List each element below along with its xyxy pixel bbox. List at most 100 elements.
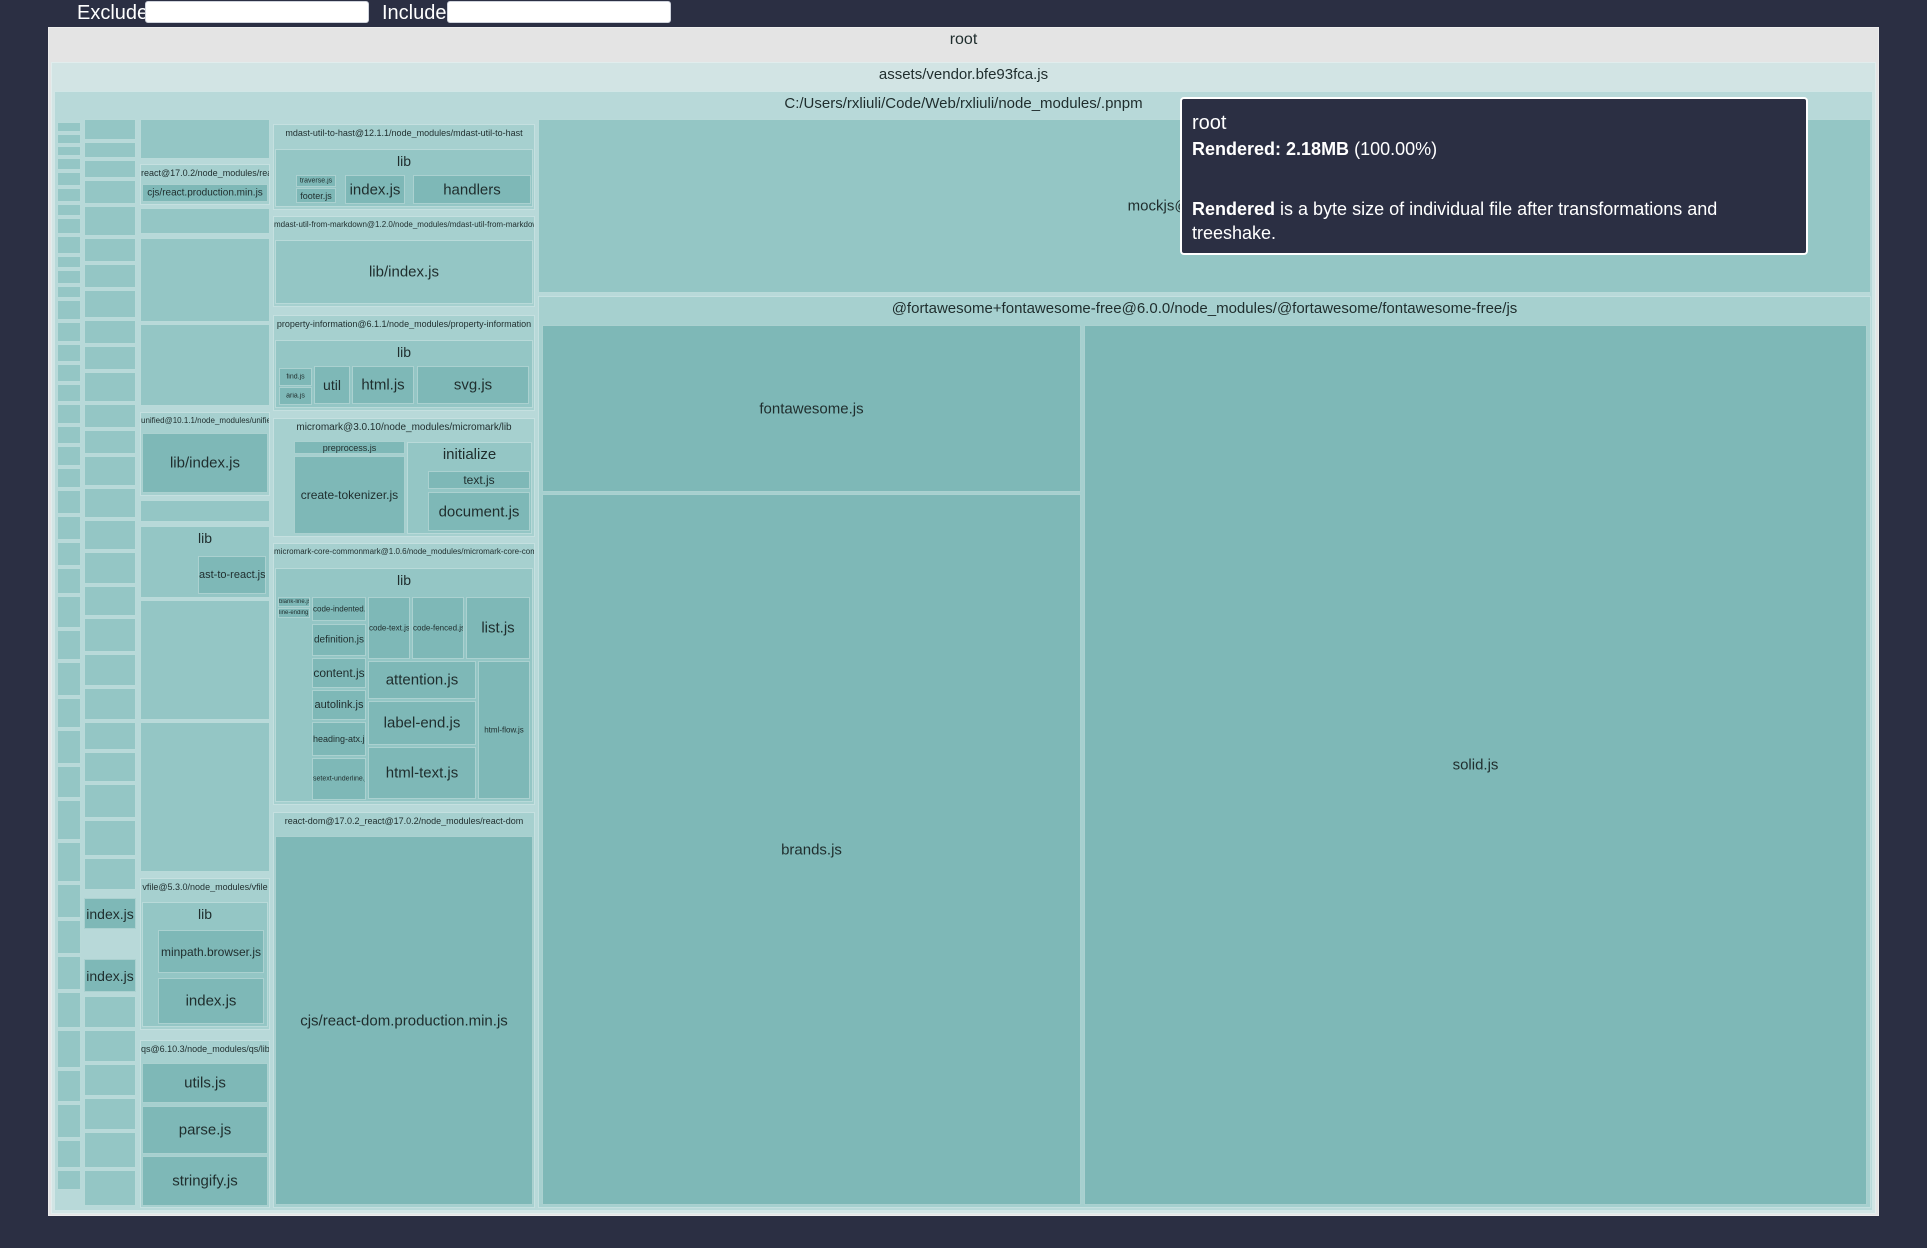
node-micromark-create-tokenizer[interactable]: create-tokenizer.js — [294, 456, 405, 534]
tiny-module-cell[interactable] — [84, 1132, 136, 1168]
tiny-module-cell[interactable] — [57, 256, 81, 268]
node-react-file[interactable]: cjs/react.production.min.js — [142, 184, 268, 202]
tiny-module-cell[interactable] — [140, 208, 270, 234]
tiny-module-cell[interactable] — [57, 698, 81, 728]
tiny-module-cell[interactable] — [57, 630, 81, 660]
tiny-module-cell[interactable] — [140, 722, 270, 872]
node-mdast-index-js[interactable]: index.js — [345, 175, 405, 204]
tiny-module-cell[interactable] — [84, 722, 136, 750]
tiny-module-cell[interactable] — [57, 568, 81, 594]
include-input[interactable] — [447, 1, 671, 23]
tiny-module-cell[interactable] — [57, 158, 81, 170]
tiny-module-cell[interactable] — [84, 404, 136, 428]
tiny-module-cell[interactable] — [57, 766, 81, 798]
tiny-module-cell[interactable] — [57, 884, 81, 918]
tiny-module-cell[interactable] — [84, 320, 136, 344]
node-ast-to-react[interactable]: ast-to-react.js — [198, 556, 266, 594]
node-micromark-document-js[interactable]: document.js — [428, 492, 530, 531]
tiny-module-cell[interactable] — [84, 290, 136, 318]
node-handlers[interactable]: handlers — [413, 175, 531, 204]
tiny-module-cell[interactable] — [57, 404, 81, 424]
tiny-module-cell[interactable] — [84, 488, 136, 518]
node-mcc-autolink[interactable]: autolink.js — [312, 690, 366, 720]
tiny-module-cell[interactable] — [57, 146, 81, 156]
tiny-module-cell[interactable] — [140, 324, 270, 406]
node-fontawesome-js[interactable]: fontawesome.js — [542, 325, 1081, 492]
tiny-module-cell[interactable] — [84, 372, 136, 402]
tiny-module-cell[interactable] — [57, 344, 81, 362]
tiny-module-cell[interactable] — [84, 820, 136, 856]
node-mcc-html-text[interactable]: html-text.js — [368, 747, 476, 799]
tiny-module-cell[interactable] — [57, 800, 81, 840]
node-prop-aria-js[interactable]: aria.js — [279, 387, 312, 405]
tiny-module-cell[interactable] — [57, 218, 81, 234]
tiny-module-cell[interactable] — [57, 1030, 81, 1068]
node-mcc-content[interactable]: content.js — [312, 658, 366, 688]
tiny-module-cell[interactable] — [84, 688, 136, 720]
node-prop-util[interactable]: util — [314, 366, 350, 404]
node-prop-svg-js[interactable]: svg.js — [417, 366, 529, 404]
tiny-module-cell[interactable] — [57, 842, 81, 882]
node-mcc-line-ending[interactable]: line-ending.js — [278, 608, 310, 618]
tiny-module-cell[interactable] — [84, 206, 136, 236]
tiny-module-cell[interactable] — [57, 364, 81, 382]
node-micromark-text-js[interactable]: text.js — [428, 471, 530, 489]
tiny-module-cell[interactable] — [57, 992, 81, 1028]
tiny-module-cell[interactable] — [57, 516, 81, 540]
tiny-module-cell[interactable] — [57, 134, 81, 144]
node-solid-js[interactable]: solid.js — [1084, 325, 1867, 1205]
node-prop-html-js[interactable]: html.js — [352, 366, 414, 404]
node-mcc-heading-atx[interactable]: heading-atx.js — [312, 722, 366, 756]
node-mcc-definition[interactable]: definition.js — [312, 624, 366, 656]
tiny-module-cell[interactable] — [84, 264, 136, 288]
node-mcc-attention[interactable]: attention.js — [368, 661, 476, 699]
node-mcc-code-text[interactable]: code-text.js — [368, 597, 410, 659]
tiny-module-cell[interactable] — [57, 286, 81, 298]
node-micromark-preprocess[interactable]: preprocess.js — [294, 441, 405, 454]
tiny-module-cell[interactable] — [57, 920, 81, 954]
tiny-module-cell[interactable] — [84, 160, 136, 178]
tiny-module-cell[interactable] — [84, 586, 136, 616]
tiny-module-cell[interactable] — [84, 430, 136, 454]
tiny-module-cell[interactable] — [84, 784, 136, 818]
node-qs-parse[interactable]: parse.js — [142, 1106, 268, 1154]
node-mcc-list-js[interactable]: list.js — [466, 597, 530, 659]
tiny-module-cell[interactable] — [84, 1170, 136, 1206]
tiny-module-cell[interactable] — [57, 662, 81, 696]
tiny-module-cell[interactable] — [84, 119, 136, 140]
tiny-module-cell[interactable] — [57, 384, 81, 402]
tiny-module-cell[interactable] — [57, 204, 81, 216]
tiny-module-cell[interactable] — [84, 752, 136, 782]
node-mcc-setext[interactable]: setext-underline.js — [312, 758, 366, 800]
tiny-module-cell[interactable] — [84, 996, 136, 1028]
tiny-module-cell[interactable] — [57, 730, 81, 764]
tiny-module-cell[interactable] — [57, 122, 81, 132]
node-mcc-blank-line[interactable]: blank-line.js — [278, 597, 310, 607]
tiny-module-cell[interactable] — [84, 654, 136, 686]
node-mcc-code-indented[interactable]: code-indented.js — [312, 597, 366, 621]
tiny-module-cell[interactable] — [57, 236, 81, 254]
tiny-module-cell[interactable] — [57, 446, 81, 466]
tiny-module-cell[interactable] — [57, 490, 81, 514]
node-vfile-minpath[interactable]: minpath.browser.js — [158, 930, 264, 973]
tiny-module-cell[interactable] — [84, 552, 136, 584]
node-qs-stringify[interactable]: stringify.js — [142, 1156, 268, 1206]
node-vfile-index-js[interactable]: index.js — [158, 978, 264, 1024]
node-mcc-html-flow[interactable]: html-flow.js — [478, 661, 530, 799]
tiny-module-cell[interactable] — [84, 1064, 136, 1096]
tiny-module-cell[interactable] — [140, 119, 270, 159]
tiny-module-cell[interactable] — [84, 456, 136, 486]
tiny-module-cell[interactable] — [84, 618, 136, 652]
tiny-module-cell[interactable] — [57, 426, 81, 444]
tiny-module-cell[interactable] — [57, 956, 81, 990]
tiny-module-cell[interactable] — [84, 180, 136, 204]
node-traverse-js[interactable]: traverse.js — [296, 175, 336, 187]
tiny-module-cell[interactable] — [57, 1070, 81, 1102]
tiny-module-cell[interactable] — [57, 1140, 81, 1168]
tiny-module-cell[interactable] — [140, 600, 270, 720]
tiny-module-cell[interactable] — [84, 1098, 136, 1130]
tiny-module-cell[interactable] — [57, 1170, 81, 1190]
node-index-js-b[interactable]: index.js — [84, 959, 136, 992]
tiny-module-cell[interactable] — [57, 188, 81, 202]
tiny-module-cell[interactable] — [57, 1104, 81, 1138]
